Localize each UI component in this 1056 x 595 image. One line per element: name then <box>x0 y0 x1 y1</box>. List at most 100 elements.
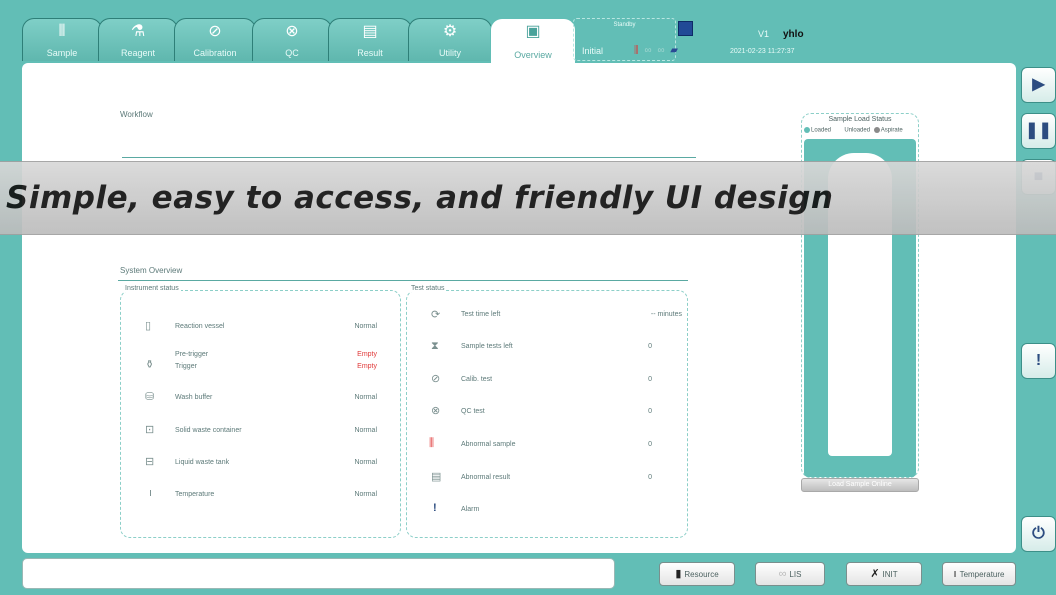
temperature-value: Normal <box>354 491 377 498</box>
qc-test-value: 0 <box>648 408 652 415</box>
tab-label: Sample <box>46 48 78 58</box>
thermometer-icon: ı <box>953 568 957 580</box>
sample-load-legend: Loaded Unloaded Aspirate <box>804 127 903 134</box>
tab-label: Utility <box>439 48 461 58</box>
abnormal-result-label: Abnormal result <box>461 474 511 481</box>
pause-icon: ❚❚ <box>1025 122 1052 139</box>
trigger-label: Trigger <box>175 363 197 370</box>
tab-result[interactable]: ▤ Result <box>328 18 412 61</box>
temperature-label: Temperature <box>959 570 1005 579</box>
resource-icon: ▮ <box>675 568 682 580</box>
timer-icon: ⟳ <box>431 309 441 321</box>
qc-test-label: QC test <box>461 408 485 415</box>
solid-waste-label: Solid waste container <box>175 427 242 434</box>
hourglass-icon: ⧗ <box>431 340 439 352</box>
promo-banner: Simple, easy to access, and friendly UI … <box>0 161 1056 235</box>
tab-label: Overview <box>514 50 552 60</box>
abnormal-result-value: 0 <box>648 474 652 481</box>
tab-sample[interactable]: ⫴ Sample <box>22 18 102 61</box>
legend-aspirate: Aspirate <box>880 127 903 134</box>
power-icon: ⏻ <box>1032 525 1045 542</box>
utility-gear-icon: ⚙ <box>442 23 458 40</box>
reaction-vessel-value: Normal <box>354 323 377 330</box>
tab-label: Calibration <box>193 48 237 58</box>
test-status-box: Test status ⟳ Test time left -- minutes … <box>406 285 688 538</box>
workflow-title: Workflow <box>120 110 153 119</box>
reaction-vessel-icon: ▯ <box>145 320 152 332</box>
temperature-label: Temperature <box>175 491 215 498</box>
banner-text: Simple, easy to access, and friendly UI … <box>6 180 834 216</box>
calibration-icon: ⊘ <box>431 373 441 385</box>
network-icon[interactable]: ∞ <box>657 45 664 56</box>
aspirate-dot-icon <box>873 127 880 133</box>
date-time: 2021-02-23 11:27:37 <box>730 48 795 55</box>
tab-label: Result <box>357 48 383 58</box>
abnormal-sample-label: Abnormal sample <box>461 441 516 448</box>
load-sample-online-button[interactable]: Load Sample Online <box>801 478 919 492</box>
status-icons: ⫼ ∞ ∞ ▰ <box>634 45 681 56</box>
sample-rack-icon[interactable]: ⫼ <box>634 45 639 56</box>
legend-unloaded: Unloaded <box>844 127 871 134</box>
message-bar[interactable] <box>22 558 615 589</box>
printer-icon[interactable]: ▰ <box>670 45 678 56</box>
tab-qc[interactable]: ⊗ QC <box>252 18 332 61</box>
liquid-waste-label: Liquid waste tank <box>175 459 230 466</box>
legend-loaded: Loaded <box>811 127 832 134</box>
alarm-label: Alarm <box>461 506 480 513</box>
init-button[interactable]: ✗ INIT <box>846 562 922 586</box>
trigger-bottles-icon: ⚱ <box>145 359 155 371</box>
lis-icon[interactable]: ∞ <box>644 45 651 56</box>
reaction-vessel-label: Reaction vessel <box>175 323 225 330</box>
tab-calibration[interactable]: ⊘ Calibration <box>174 18 256 61</box>
calib-test-value: 0 <box>648 376 652 383</box>
temperature-button[interactable]: ı Temperature <box>942 562 1016 586</box>
qc-icon: ⊗ <box>285 23 299 40</box>
lis-link-icon: ∞ <box>778 568 787 580</box>
power-button[interactable]: ⏻ <box>1021 516 1056 552</box>
pre-trigger-value: Empty <box>357 351 377 358</box>
liquid-waste-value: Normal <box>354 459 377 466</box>
tab-utility[interactable]: ⚙ Utility <box>408 18 492 61</box>
alarm-icon: ! <box>433 502 437 514</box>
abnormal-sample-value: 0 <box>648 441 652 448</box>
loaded-dot-icon <box>804 127 810 133</box>
alarm-button[interactable]: ! <box>1021 343 1056 379</box>
tools-icon: ✗ <box>870 568 880 580</box>
sample-load-title: Sample Load Status <box>828 116 892 123</box>
wash-buffer-value: Normal <box>354 394 377 401</box>
alarm-exclamation-icon: ! <box>1035 352 1042 369</box>
pre-trigger-label: Pre-trigger <box>175 351 209 358</box>
wash-buffer-label: Wash buffer <box>175 394 213 401</box>
test-time-left-value: -- minutes <box>650 311 682 318</box>
result-document-icon: ▤ <box>362 23 378 40</box>
test-time-left-label: Test time left <box>461 311 501 318</box>
user-name: yhlo <box>783 29 804 40</box>
system-overview-title: System Overview <box>120 266 183 275</box>
test-status-title: Test status <box>409 285 447 292</box>
start-button[interactable]: ▶ <box>1021 67 1056 103</box>
init-label: INIT <box>882 570 898 579</box>
status-standby: Standby <box>613 22 636 28</box>
status-grid-icon[interactable] <box>678 21 693 36</box>
tab-overview[interactable]: ▣ Overview <box>490 18 576 63</box>
overview-monitor-icon: ▣ <box>525 23 541 40</box>
workflow-divider <box>122 157 696 158</box>
resource-label: Resource <box>684 570 719 579</box>
tab-label: Reagent <box>120 48 156 58</box>
liquid-waste-icon: ⊟ <box>145 456 155 468</box>
pause-button[interactable]: ❚❚ <box>1021 113 1056 149</box>
trigger-value: Empty <box>357 363 377 370</box>
lis-label: LIS <box>789 570 802 579</box>
qc-icon: ⊗ <box>431 405 441 417</box>
status-initial: Initial <box>582 46 604 56</box>
resource-button[interactable]: ▮ Resource <box>659 562 735 586</box>
tab-reagent[interactable]: ⚗ Reagent <box>98 18 178 61</box>
abnormal-sample-icon: ⫼ <box>429 437 435 449</box>
sample-tests-left-label: Sample tests left <box>461 343 513 350</box>
wash-buffer-icon: ⛁ <box>145 391 155 403</box>
calib-test-label: Calib. test <box>461 376 493 383</box>
play-icon: ▶ <box>1032 76 1045 93</box>
lis-button[interactable]: ∞ LIS <box>755 562 825 586</box>
solid-waste-value: Normal <box>354 427 377 434</box>
app-window: ⫴ Sample ⚗ Reagent ⊘ Calibration ⊗ QC ▤ … <box>0 0 1056 595</box>
